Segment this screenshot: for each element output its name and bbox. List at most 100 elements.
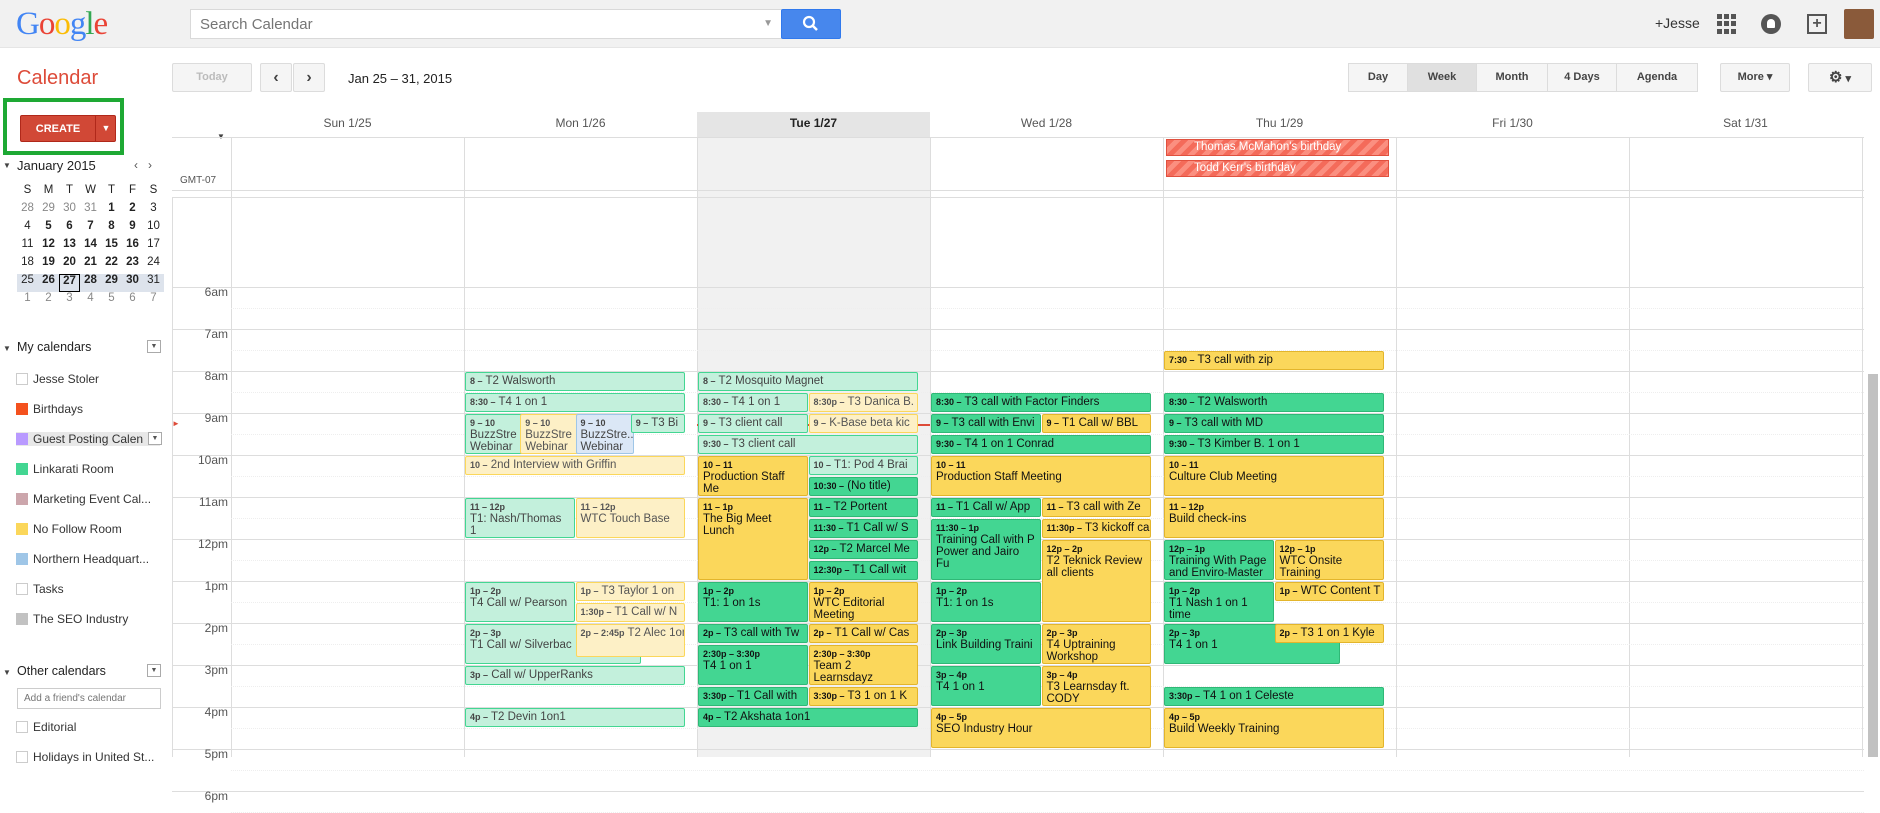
calendar-event[interactable]: 8:30 – T3 call with Factor Finders <box>931 393 1151 412</box>
calendar-event[interactable]: 9 – 10BuzzStre... Webinar w/ Tim <box>575 414 635 454</box>
calendar-event[interactable]: 3:30p – T3 1 on 1 K <box>808 687 918 706</box>
mini-calendar-date[interactable]: 1 <box>101 202 122 220</box>
calendar-event[interactable]: 2:30p – 3:30p T4 1 on 1 <box>698 645 808 685</box>
view-day-button[interactable]: Day <box>1348 63 1408 92</box>
calendar-event[interactable]: 11 – 12p WTC Touch Base <box>575 498 685 538</box>
mini-calendar-date[interactable]: 5 <box>101 292 122 310</box>
mini-calendar-date[interactable]: 30 <box>122 274 143 292</box>
calendar-color-swatch[interactable] <box>16 403 28 415</box>
calendar-color-swatch[interactable] <box>16 523 28 535</box>
calendar-item[interactable]: Tasks <box>16 582 160 596</box>
calendar-event[interactable]: 10 – 11 Production Staff Me <box>698 456 808 496</box>
calendar-event[interactable]: 2p – T1 Call w/ Cas <box>808 624 918 643</box>
mini-calendar-date[interactable]: 7 <box>80 220 101 238</box>
mini-calendar-date[interactable]: 26 <box>38 274 59 292</box>
day-header[interactable]: Sat 1/31 <box>1629 116 1862 130</box>
calendar-item[interactable]: Holidays in United St... <box>16 750 160 764</box>
mini-calendar-date[interactable]: 31 <box>143 274 164 292</box>
calendar-event[interactable]: 4p – 5p Build Weekly Training <box>1164 708 1384 748</box>
mini-calendar-date[interactable]: 29 <box>38 202 59 220</box>
mini-calendar-date[interactable]: 11 <box>17 238 38 256</box>
view-month-button[interactable]: Month <box>1476 63 1548 92</box>
calendar-event[interactable]: 12p – 2p T2 Teknick Review all clients <box>1041 540 1151 622</box>
calendar-event[interactable]: 9 – 10 BuzzStre Webinar <box>465 414 524 454</box>
mini-calendar-date[interactable]: 4 <box>80 292 101 310</box>
mini-calendar-date[interactable]: 24 <box>143 256 164 274</box>
collapse-arrow-icon[interactable]: ▼ <box>3 161 11 170</box>
calendar-event[interactable]: 12:30p – T1 Call wit <box>808 561 918 580</box>
calendar-event[interactable]: 9 – T3 Bi <box>630 414 685 433</box>
calendar-event[interactable]: 2p – 2:45p T2 Alec 1on1 <box>575 624 685 657</box>
calendar-event[interactable]: 8:30 – T4 1 on 1 <box>465 393 685 412</box>
next-week-button[interactable]: › <box>293 63 325 92</box>
calendar-event[interactable]: 11 – T2 Portent <box>808 498 918 517</box>
calendar-event[interactable]: 3p – Call w/ UpperRanks <box>465 666 685 685</box>
calendar-event[interactable]: 12p – T2 Marcel Me <box>808 540 918 559</box>
calendar-event[interactable]: 11 – T3 call with Ze <box>1041 498 1151 517</box>
calendar-color-swatch[interactable] <box>16 613 28 625</box>
calendar-color-swatch[interactable] <box>16 463 28 475</box>
avatar[interactable] <box>1844 9 1874 39</box>
calendar-color-swatch[interactable] <box>16 373 28 385</box>
calendar-event[interactable]: 9 – T3 client call <box>698 414 808 433</box>
other-calendars-heading[interactable]: Other calendars <box>17 664 106 678</box>
calendar-event[interactable]: 4p – T2 Devin 1on1 <box>465 708 685 727</box>
day-header[interactable]: Fri 1/30 <box>1396 116 1629 130</box>
mini-calendar-date[interactable]: 17 <box>143 238 164 256</box>
mini-calendar-date[interactable]: 9 <box>122 220 143 238</box>
allday-event[interactable]: Thomas McMahon's birthday <box>1166 139 1389 156</box>
calendar-event[interactable]: 11 – 1p The Big Meet Lunch <box>698 498 808 580</box>
calendar-item[interactable]: Jesse Stoler <box>16 372 160 386</box>
calendar-event[interactable]: 3p – 4p T3 Learnsday ft. CODY <box>1041 666 1151 706</box>
calendar-event[interactable]: 11:30 – 1p Training Call with P Power and… <box>931 519 1041 580</box>
calendar-event[interactable]: 9 – T3 call with MD <box>1164 414 1384 433</box>
calendar-event[interactable]: 10:30 – (No title) <box>808 477 918 496</box>
mini-calendar-date[interactable]: 7 <box>143 292 164 310</box>
calendar-event[interactable]: 3p – 4p T4 1 on 1 <box>931 666 1041 706</box>
calendar-item[interactable]: Birthdays <box>16 402 160 416</box>
mini-calendar-date[interactable]: 31 <box>80 202 101 220</box>
my-calendars-menu-icon[interactable]: ▼ <box>147 340 161 353</box>
calendar-event[interactable]: 2p – T3 1 on 1 Kyle <box>1274 624 1384 643</box>
mini-calendar-date[interactable]: 30 <box>59 202 80 220</box>
calendar-color-swatch[interactable] <box>16 433 28 445</box>
calendar-event[interactable]: 12p – 1p Training With Page and Enviro-Ma… <box>1164 540 1274 580</box>
mini-calendar-date[interactable]: 25 <box>17 274 38 292</box>
mini-calendar-date[interactable]: 28 <box>80 274 101 292</box>
user-name-link[interactable]: +Jesse <box>1655 15 1700 31</box>
day-header[interactable]: Sun 1/25 <box>231 116 464 130</box>
calendar-event[interactable]: 1p – T3 Taylor 1 on <box>575 582 685 601</box>
calendar-event[interactable]: 1p – 2p T1 Nash 1 on 1 time <box>1164 582 1274 622</box>
calendar-event[interactable]: 3:30p – T1 Call with <box>698 687 808 706</box>
calendar-event[interactable]: 9:30 – T3 client call <box>698 435 918 454</box>
calendar-event[interactable]: 12p – 1p WTC Onsite Training <box>1274 540 1384 580</box>
calendar-event[interactable]: 4p – 5p SEO Industry Hour <box>931 708 1151 748</box>
mini-calendar-date[interactable]: 10 <box>143 220 164 238</box>
calendar-event[interactable]: 1:30p – T1 Call w/ N <box>575 603 685 622</box>
previous-week-button[interactable]: ‹ <box>260 63 292 92</box>
calendar-event[interactable]: 8 – T2 Walsworth <box>465 372 685 391</box>
mini-calendar-date[interactable]: 19 <box>38 256 59 274</box>
calendar-event[interactable]: 10 – T1: Pod 4 Brai <box>808 456 918 475</box>
mini-calendar-date[interactable]: 5 <box>38 220 59 238</box>
allday-event[interactable]: Todd Kerr's birthday <box>1166 160 1389 177</box>
calendar-event[interactable]: 2:30p – 3:30p Team 2 Learnsdayz <box>808 645 918 685</box>
collapse-arrow-icon[interactable]: ▼ <box>3 668 11 677</box>
mini-calendar-date[interactable]: 2 <box>38 292 59 310</box>
calendar-event[interactable]: 1p – 2p WTC Editorial Meeting <box>808 582 918 622</box>
calendar-event[interactable]: 2p – T3 call with Tw <box>698 624 808 643</box>
calendar-color-swatch[interactable] <box>16 583 28 595</box>
calendar-event[interactable]: 9 – T3 call with Envi <box>931 414 1041 433</box>
calendar-event[interactable]: 8:30p – T3 Danica B. <box>808 393 918 412</box>
mini-calendar-date[interactable]: 6 <box>59 220 80 238</box>
calendar-event[interactable]: 10 – 2nd Interview with Griffin <box>465 456 685 475</box>
calendar-event[interactable]: 9 – 10 BuzzStre Webinar <box>520 414 579 454</box>
search-input[interactable] <box>191 10 761 38</box>
search-options-icon[interactable]: ▼ <box>763 18 773 29</box>
calendar-item[interactable]: Editorial <box>16 720 160 734</box>
calendar-item-menu-icon[interactable]: ▼ <box>148 432 162 445</box>
google-logo[interactable]: Google <box>16 6 108 43</box>
mini-calendar-date[interactable]: 27 <box>59 274 80 292</box>
calendar-event[interactable]: 8:30 – T4 1 on 1 <box>698 393 808 412</box>
calendar-event[interactable]: 1p – 2p T4 Call w/ Pearson <box>465 582 575 622</box>
